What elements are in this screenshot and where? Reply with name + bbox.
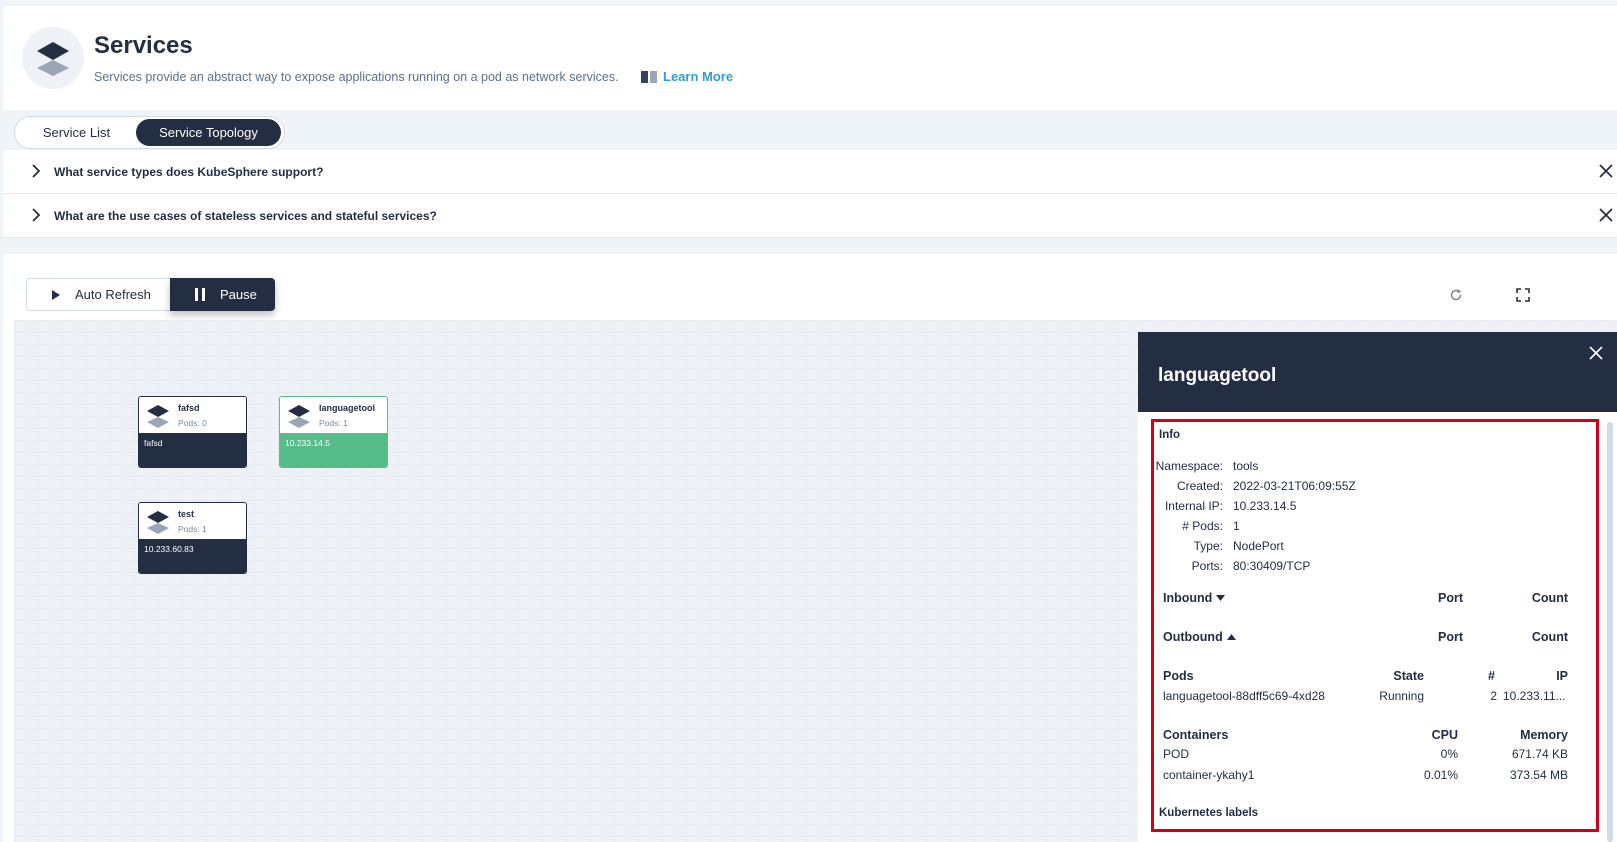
pause-label: Pause [220, 287, 257, 302]
inbound-count-header: Count [1531, 591, 1568, 605]
caret-down-icon [1216, 595, 1226, 601]
info-value: 80:30409/TCP [1233, 559, 1311, 573]
faq-question: What are the use cases of stateless serv… [54, 209, 437, 223]
service-icon [288, 405, 310, 428]
faq-item[interactable]: What are the use cases of stateless serv… [3, 194, 1617, 238]
node-name: fafsd [178, 403, 200, 413]
learn-more-label: Learn More [663, 69, 734, 84]
containers-cpu-header: CPU [1431, 728, 1458, 742]
inbound-label: Inbound [1163, 591, 1213, 605]
pod-name[interactable]: languagetool-88dff5c69-4xd28 [1163, 689, 1325, 703]
outbound-port-header: Port [1438, 630, 1463, 644]
caret-up-icon [1226, 634, 1236, 640]
node-pods: Pods: 1 [319, 418, 348, 428]
tab-service-list[interactable]: Service List [17, 119, 136, 146]
book-icon [641, 70, 657, 83]
close-icon[interactable] [1599, 164, 1613, 178]
node-footer: 10.233.14.5 [280, 433, 387, 467]
pod-ip: 10.233.11... [1503, 689, 1566, 703]
info-value: 2022-03-21T06:09:55Z [1233, 479, 1356, 493]
auto-refresh-label: Auto Refresh [75, 287, 151, 302]
page-description: Services provide an abstract way to expo… [94, 70, 619, 84]
node-name: languagetool [319, 403, 375, 413]
info-key: Ports: [1191, 559, 1223, 573]
node-pods: Pods: 0 [178, 418, 207, 428]
info-value: NodePort [1233, 539, 1284, 553]
close-icon[interactable] [1599, 208, 1613, 222]
info-value: 1 [1233, 519, 1240, 533]
outbound-count-header: Count [1531, 630, 1568, 644]
container-name: POD [1163, 747, 1190, 761]
pods-state-header: State [1393, 669, 1424, 683]
learn-more-link[interactable]: Learn More [641, 69, 733, 84]
service-detail-panel: languagetool Info Namespace: tools Creat… [1138, 332, 1617, 842]
info-key: Type: [1193, 539, 1223, 553]
page-header: Services Services provide an abstract wa… [3, 6, 1617, 110]
service-icon [147, 405, 169, 428]
info-key: Created: [1176, 479, 1223, 493]
inbound-port-header: Port [1438, 591, 1463, 605]
view-switch: Service List Service Topology [14, 116, 285, 149]
service-node[interactable]: fafsd Pods: 0 fafsd [138, 396, 247, 468]
pause-button[interactable]: Pause [170, 278, 275, 311]
container-memory: 671.74 KB [1511, 747, 1568, 761]
info-key: # Pods: [1182, 519, 1223, 533]
auto-refresh-button[interactable]: Auto Refresh [26, 278, 170, 311]
node-name: test [178, 509, 195, 519]
containers-memory-header: Memory [1520, 728, 1568, 742]
panel-header: languagetool [1138, 332, 1617, 412]
info-section-label: Info [1159, 429, 1181, 441]
faq-item[interactable]: What service types does KubeSphere suppo… [3, 150, 1617, 194]
info-key: Namespace: [1155, 459, 1223, 473]
panel-title: languagetool [1158, 365, 1277, 386]
service-icon [22, 27, 84, 89]
fullscreen-icon[interactable] [1516, 288, 1530, 302]
refresh-icon[interactable] [1449, 288, 1463, 302]
refresh-toggle: Auto Refresh Pause [26, 278, 275, 311]
container-cpu: 0% [1440, 747, 1458, 761]
service-node[interactable]: languagetool Pods: 1 10.233.14.5 [279, 396, 388, 468]
pods-header: Pods [1163, 669, 1194, 683]
service-node[interactable]: test Pods: 1 10.233.60.83 [138, 502, 247, 574]
page-title: Services [94, 32, 193, 59]
tab-service-topology[interactable]: Service Topology [136, 119, 281, 146]
kubernetes-labels-label: Kubernetes labels [1159, 807, 1259, 819]
pods-num-header: # [1488, 669, 1495, 683]
info-value: tools [1233, 459, 1259, 473]
info-value: 10.233.14.5 [1233, 499, 1297, 513]
outbound-label: Outbound [1163, 630, 1223, 644]
node-footer: 10.233.60.83 [139, 539, 246, 573]
pause-icon [195, 288, 205, 301]
close-icon[interactable] [1589, 346, 1603, 360]
panel-scrollbar[interactable] [1607, 422, 1613, 842]
container-memory: 373.54 MB [1509, 768, 1568, 782]
pods-ip-header: IP [1556, 669, 1568, 683]
info-highlight-box: Info Namespace: tools Created: 2022-03-2… [1151, 419, 1599, 832]
chevron-right-icon [32, 164, 41, 178]
container-name: container-ykahy1 [1163, 768, 1255, 782]
outbound-toggle[interactable]: Outbound [1163, 630, 1236, 644]
inbound-toggle[interactable]: Inbound [1163, 591, 1226, 605]
play-icon [52, 289, 60, 300]
node-footer: fafsd [139, 433, 246, 467]
pod-state: Running [1379, 689, 1424, 703]
containers-header: Containers [1163, 728, 1229, 742]
faq-question: What service types does KubeSphere suppo… [54, 165, 324, 179]
node-pods: Pods: 1 [178, 524, 207, 534]
info-key: Internal IP: [1164, 499, 1223, 513]
container-cpu: 0.01% [1423, 768, 1458, 782]
tab-bar: Service List Service Topology [3, 110, 1617, 154]
topology-toolbar: Auto Refresh Pause [14, 268, 1617, 322]
pod-num: 2 [1490, 689, 1497, 703]
chevron-right-icon [32, 208, 41, 222]
service-icon [147, 511, 169, 534]
